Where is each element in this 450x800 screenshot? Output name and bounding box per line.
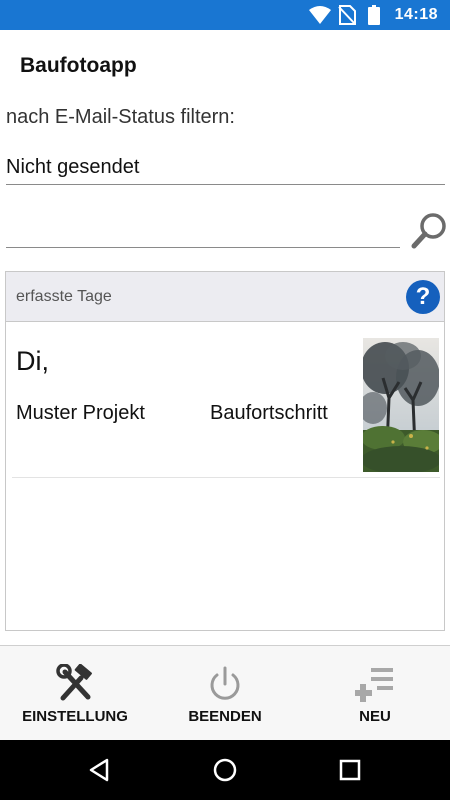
add-list-icon	[355, 668, 393, 702]
quit-button[interactable]: BEENDEN	[150, 646, 300, 741]
list-item[interactable]: Di, Muster Projekt Baufortschritt	[12, 330, 440, 478]
filter-label: nach E-Mail-Status filtern:	[6, 106, 235, 128]
back-icon[interactable]	[85, 755, 115, 785]
power-icon	[210, 666, 240, 700]
new-button[interactable]: NEU	[300, 646, 450, 741]
settings-button[interactable]: EINSTELLUNG	[0, 646, 150, 741]
app-title: Baufotoapp	[20, 54, 137, 77]
home-icon[interactable]	[210, 755, 240, 785]
search-input[interactable]	[6, 210, 400, 248]
email-status-select[interactable]: Nicht gesendet	[6, 155, 445, 185]
status-bar: 14:18	[0, 0, 450, 30]
clock: 14:18	[394, 6, 438, 23]
help-icon: ?	[415, 283, 431, 310]
list-header-label: erfasste Tage	[16, 288, 112, 305]
quit-label: BEENDEN	[188, 708, 262, 725]
entry-category: Baufortschritt	[210, 402, 328, 424]
tools-icon	[56, 664, 92, 701]
battery-icon	[368, 5, 380, 25]
entry-day: Di,	[16, 346, 49, 376]
no-sim-icon	[338, 5, 356, 25]
recents-icon[interactable]	[335, 755, 365, 785]
list-header: erfasste Tage ?	[6, 272, 444, 322]
help-button[interactable]: ?	[406, 280, 440, 314]
entry-thumbnail	[363, 338, 439, 472]
wifi-icon	[309, 6, 331, 24]
bottom-toolbar: EINSTELLUNG BEENDEN NEU	[0, 645, 450, 740]
search-button[interactable]	[410, 210, 450, 250]
days-list: erfasste Tage ? Di, Muster Projekt Baufo…	[5, 271, 445, 631]
new-label: NEU	[359, 708, 391, 725]
search-icon	[411, 213, 446, 249]
settings-label: EINSTELLUNG	[22, 708, 128, 725]
system-nav-bar	[0, 740, 450, 800]
entry-project: Muster Projekt	[16, 402, 145, 424]
